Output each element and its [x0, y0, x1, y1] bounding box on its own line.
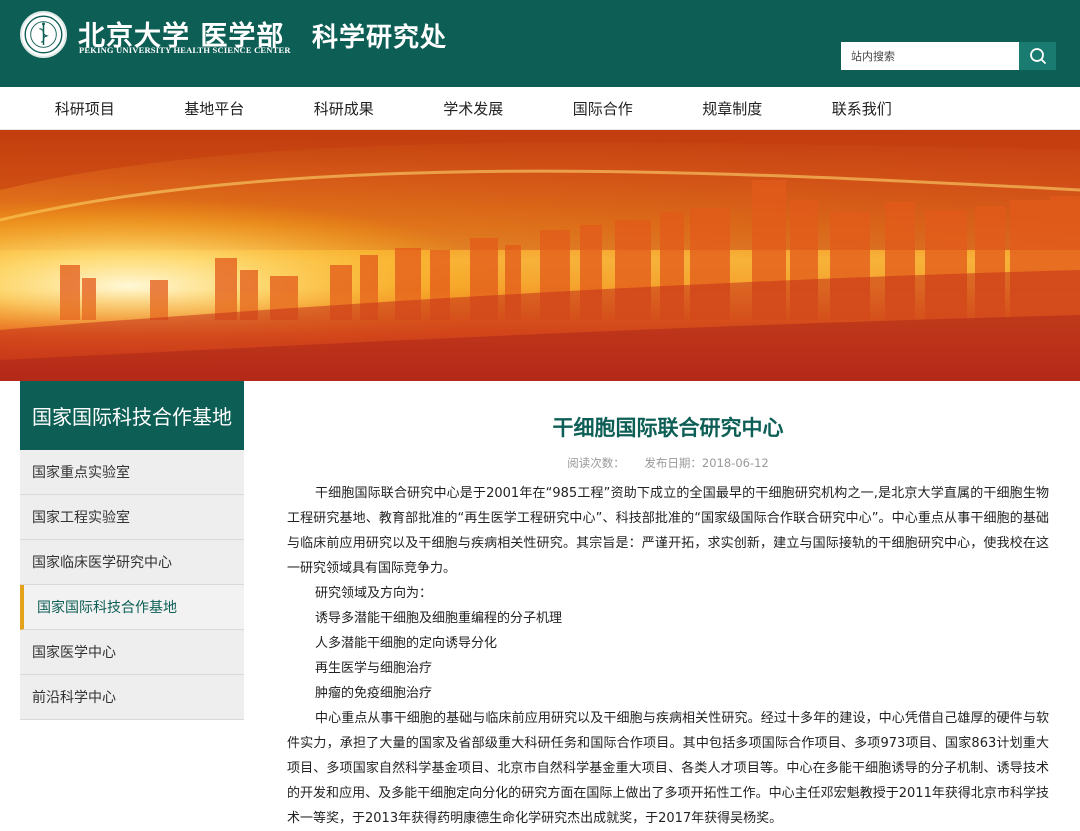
article-meta: 阅读次数： 发布日期：2018-06-12 — [287, 455, 1049, 471]
article-title: 干细胞国际联合研究中心 — [552, 416, 784, 440]
view-count: 阅读次数： — [567, 456, 625, 470]
sidebar-item-national-medical-center[interactable]: 国家医学中心 — [20, 630, 244, 675]
research-direction-item: 人多潜能干细胞的定向诱导分化 — [315, 636, 498, 651]
site-header: 北京大学 医学部 PEKING UNIVERSITY HEALTH SCIENC… — [0, 0, 1080, 87]
nav-item-international-cooperation[interactable]: 国际合作 — [538, 98, 668, 119]
research-direction-item: 再生医学与细胞治疗 — [315, 661, 433, 676]
article-paragraph: 研究领域及方向为： — [315, 586, 433, 601]
hero-banner — [0, 130, 1080, 381]
article-body: 干细胞国际联合研究中心是于2001年在“985工程”资助下成立的全国最早的干细胞… — [287, 481, 1049, 831]
sidebar-item-national-engineering-lab[interactable]: 国家工程实验室 — [20, 495, 244, 540]
search-input[interactable] — [841, 42, 1019, 70]
main-nav: 科研项目 基地平台 科研成果 学术发展 国际合作 规章制度 联系我们 — [0, 87, 1080, 130]
sidebar-item-intl-cooperation-base[interactable]: 国家国际科技合作基地 — [20, 585, 244, 630]
university-seal-icon[interactable] — [20, 11, 67, 58]
sidebar-title: 国家国际科技合作基地 — [20, 381, 244, 450]
nav-item-research-projects[interactable]: 科研项目 — [20, 98, 150, 119]
article-paragraph: 干细胞国际联合研究中心是于2001年在“985工程”资助下成立的全国最早的干细胞… — [287, 486, 1049, 576]
search-icon — [1029, 48, 1046, 64]
research-direction-item: 诱导多潜能干细胞及细胞重编程的分子机理 — [315, 611, 563, 626]
nav-item-regulations[interactable]: 规章制度 — [668, 98, 798, 119]
search-button[interactable] — [1019, 42, 1056, 70]
sidebar: 国家国际科技合作基地 国家重点实验室 国家工程实验室 国家临床医学研究中心 国家… — [20, 381, 244, 720]
city-skyline-image — [0, 130, 1080, 381]
article: 干细胞国际联合研究中心 阅读次数： 发布日期：2018-06-12 干细胞国际联… — [287, 381, 1049, 831]
nav-item-contact-us[interactable]: 联系我们 — [797, 98, 927, 119]
sidebar-item-national-key-lab[interactable]: 国家重点实验室 — [20, 450, 244, 495]
nav-item-research-results[interactable]: 科研成果 — [279, 98, 409, 119]
publish-date: 发布日期：2018-06-12 — [644, 456, 769, 470]
nav-item-base-platforms[interactable]: 基地平台 — [150, 98, 280, 119]
research-direction-item: 肿瘤的免疫细胞治疗 — [315, 686, 433, 701]
sidebar-item-frontier-science-center[interactable]: 前沿科学中心 — [20, 675, 244, 720]
sidebar-item-clinical-research-center[interactable]: 国家临床医学研究中心 — [20, 540, 244, 585]
nav-item-academic-development[interactable]: 学术发展 — [409, 98, 539, 119]
page-content: 国家国际科技合作基地 国家重点实验室 国家工程实验室 国家临床医学研究中心 国家… — [0, 381, 1080, 829]
department-title[interactable]: 科学研究处 — [312, 17, 447, 54]
article-paragraph: 中心重点从事干细胞的基础与临床前应用研究以及干细胞与疾病相关性研究。经过十多年的… — [287, 711, 1049, 826]
brand-name-en: PEKING UNIVERSITY HEALTH SCIENCE CENTER — [79, 45, 291, 55]
